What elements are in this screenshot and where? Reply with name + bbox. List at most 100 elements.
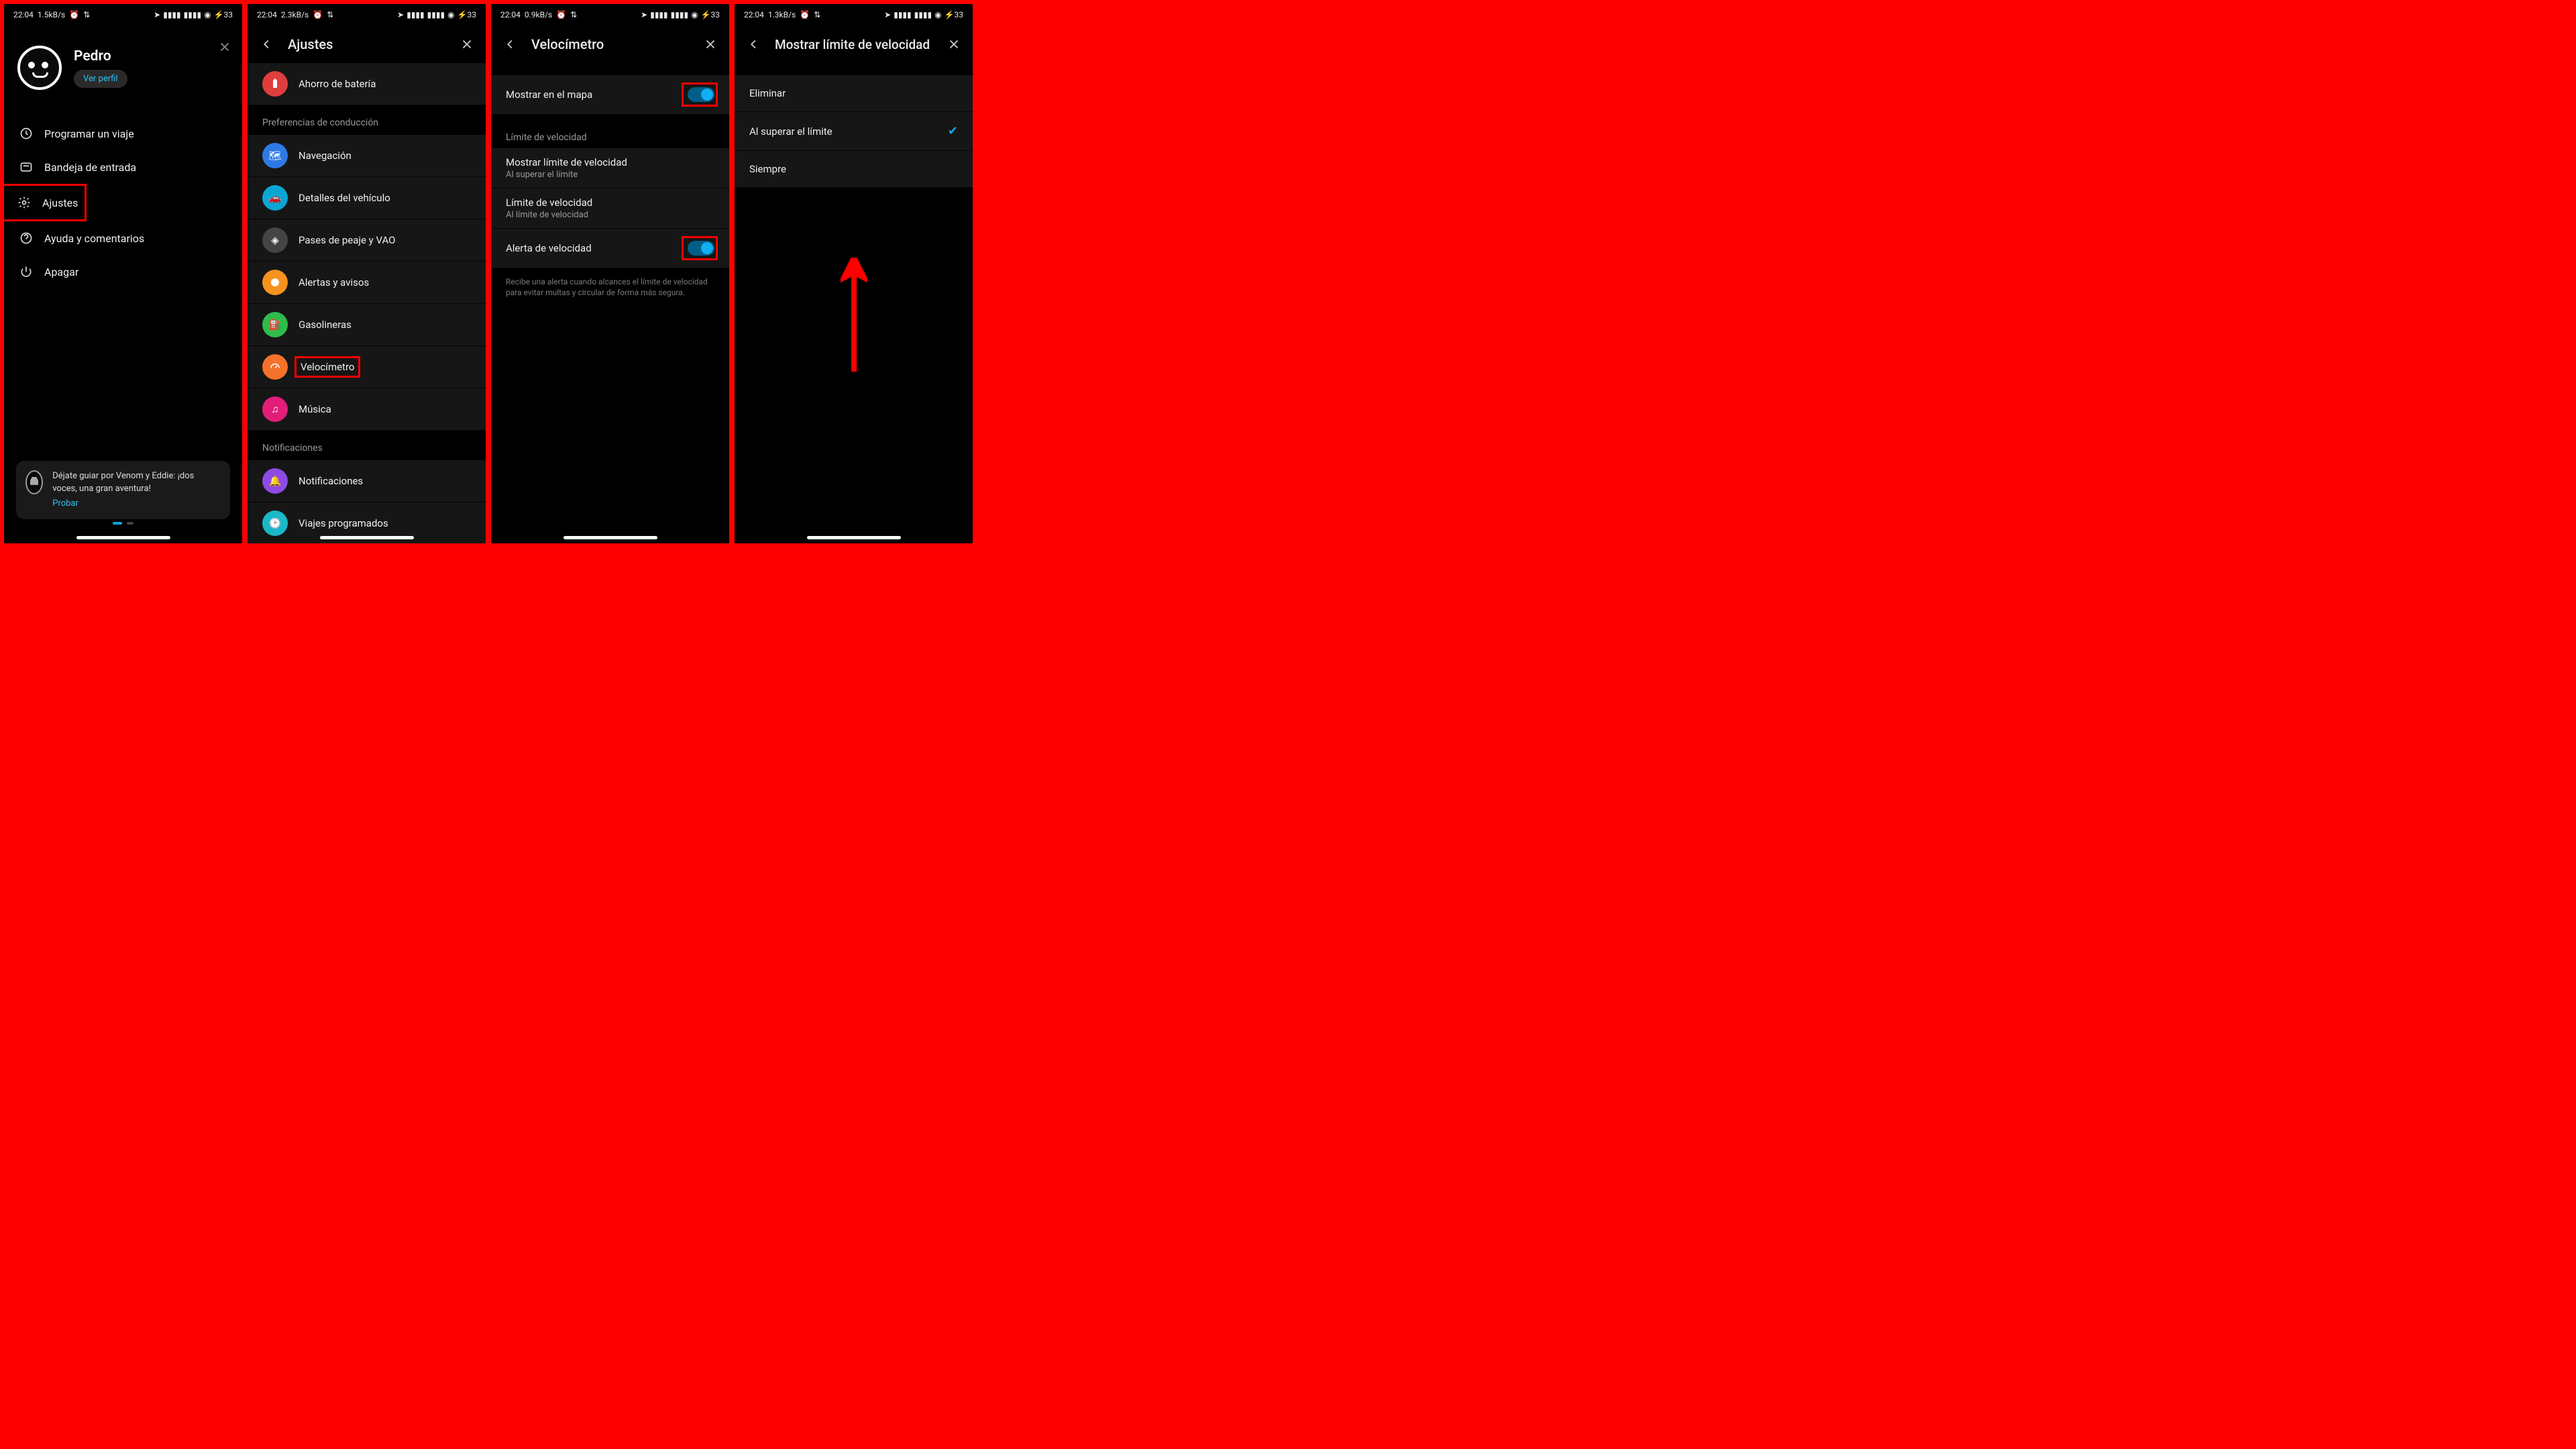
menu-help[interactable]: Ayuda y comentarios <box>4 221 242 255</box>
row-label: Viajes programados <box>299 517 388 529</box>
row-label: Detalles del vehículo <box>299 192 390 204</box>
row-label: Notificaciones <box>299 475 363 487</box>
battery-icon: ⚡33 <box>458 10 476 19</box>
row-show-on-map[interactable]: Mostrar en el mapa <box>491 75 729 115</box>
screen-profile: 22:04 1.5kB/s ⏰ ⇅ ➤ ▮▮▮▮ ▮▮▮▮ ◉ ⚡33 Pedr… <box>4 4 242 543</box>
row-label: Alertas y avisos <box>299 276 369 288</box>
row-show-limit[interactable]: Mostrar límite de velocidad Al superar e… <box>491 148 729 189</box>
row-speed-alert[interactable]: Alerta de velocidad <box>491 229 729 268</box>
option-remove[interactable]: Eliminar <box>735 75 973 112</box>
page-title: Mostrar límite de velocidad <box>775 37 932 52</box>
location-icon: ➤ <box>884 10 891 19</box>
header: Ajustes <box>248 25 486 63</box>
option-always[interactable]: Siempre <box>735 151 973 188</box>
menu-trip-label: Programar un viaje <box>44 127 134 140</box>
row-label-highlighted: Velocímetro <box>294 356 360 378</box>
back-button[interactable] <box>502 36 518 52</box>
page-title: Velocímetro <box>531 36 689 52</box>
close-button[interactable] <box>459 36 475 52</box>
alarm-icon: ⏰ <box>556 10 566 19</box>
close-button[interactable] <box>217 39 233 55</box>
signal1-icon: ▮▮▮▮ <box>163 10 180 19</box>
toggle-show-map[interactable] <box>688 87 714 102</box>
location-icon: ➤ <box>397 10 404 19</box>
sync-icon: ⇅ <box>83 10 90 19</box>
promo-action[interactable]: Probar <box>52 498 221 510</box>
menu-power[interactable]: Apagar <box>4 255 242 288</box>
battery-icon: ⚡33 <box>214 10 233 19</box>
sync-icon: ⇅ <box>570 10 577 19</box>
home-indicator <box>320 536 414 539</box>
menu-inbox[interactable]: Bandeja de entrada <box>4 150 242 184</box>
home-indicator <box>76 536 170 539</box>
status-bar: 22:04 0.9kB/s ⏰ ⇅ ➤ ▮▮▮▮ ▮▮▮▮ ◉ ⚡33 <box>491 4 729 25</box>
annotation-arrow-up-icon <box>841 258 867 374</box>
row-navigation[interactable]: 🗺 Navegación <box>248 135 486 177</box>
waze-avatar-icon <box>17 46 62 90</box>
battery-icon: ⚡33 <box>945 10 963 19</box>
row-sub: Al límite de velocidad <box>506 210 714 220</box>
status-time: 22:04 <box>744 10 764 19</box>
row-label: Mostrar en el mapa <box>506 89 592 101</box>
gas-icon: ⛽ <box>262 312 288 337</box>
gear-icon <box>17 195 32 210</box>
alert-icon <box>262 270 288 295</box>
toggle-speed-alert[interactable] <box>688 241 714 256</box>
alarm-icon: ⏰ <box>313 10 323 19</box>
row-vehicle[interactable]: 🚗 Detalles del vehículo <box>248 177 486 219</box>
promo-card[interactable]: Déjate guiar por Venom y Eddie: ¡dos voc… <box>16 461 230 519</box>
promo-text: Déjate guiar por Venom y Eddie: ¡dos voc… <box>52 471 194 493</box>
menu-power-label: Apagar <box>44 266 78 278</box>
option-exceed[interactable]: Al superar el límite ✔ <box>735 112 973 151</box>
row-label: Pases de peaje y VAO <box>299 234 395 246</box>
status-time: 22:04 <box>500 10 521 19</box>
header: Mostrar límite de velocidad <box>735 25 973 63</box>
menu-help-label: Ayuda y comentarios <box>44 232 144 245</box>
row-speedometer[interactable]: Velocímetro <box>248 346 486 388</box>
page-title: Ajustes <box>288 36 445 52</box>
back-button[interactable] <box>258 36 274 52</box>
close-button[interactable] <box>946 36 962 52</box>
location-icon: ➤ <box>641 10 647 19</box>
header: Velocímetro <box>491 25 729 63</box>
speedo-icon <box>262 354 288 380</box>
row-label: Ahorro de batería <box>299 78 376 90</box>
menu-settings[interactable]: Ajustes <box>4 184 87 221</box>
home-indicator <box>564 536 657 539</box>
alarm-icon: ⏰ <box>800 10 810 19</box>
row-notifications[interactable]: 🔔 Notificaciones <box>248 460 486 502</box>
wifi-icon: ◉ <box>447 10 454 19</box>
row-speed-limit[interactable]: Límite de velocidad Al límite de velocid… <box>491 189 729 229</box>
row-label: Gasolineras <box>299 319 352 331</box>
toll-icon: ◈ <box>262 227 288 253</box>
section-speed-limit: Límite de velocidad <box>491 115 729 148</box>
status-net-speed: 1.3kB/s <box>768 10 796 19</box>
row-alerts[interactable]: Alertas y avisos <box>248 262 486 304</box>
view-profile-button[interactable]: Ver perfil <box>74 70 127 88</box>
row-label: Alerta de velocidad <box>506 242 592 254</box>
profile-block: Pedro Ver perfil <box>4 25 242 110</box>
row-music[interactable]: ♫ Música <box>248 388 486 431</box>
bell-icon: 🔔 <box>262 468 288 494</box>
battery-icon <box>262 71 288 97</box>
signal2-icon: ▮▮▮▮ <box>427 10 445 19</box>
row-gas[interactable]: ⛽ Gasolineras <box>248 304 486 346</box>
close-button[interactable] <box>702 36 718 52</box>
inbox-icon <box>19 160 34 174</box>
back-button[interactable] <box>745 36 761 52</box>
row-toll[interactable]: ◈ Pases de peaje y VAO <box>248 219 486 262</box>
help-text: Recibe una alerta cuando alcances el lím… <box>491 268 729 306</box>
screen-show-limit: 22:04 1.3kB/s ⏰ ⇅ ➤ ▮▮▮▮ ▮▮▮▮ ◉ ⚡33 Most… <box>735 4 973 543</box>
menu-trip[interactable]: Programar un viaje <box>4 117 242 150</box>
signal2-icon: ▮▮▮▮ <box>914 10 932 19</box>
status-bar: 22:04 1.5kB/s ⏰ ⇅ ➤ ▮▮▮▮ ▮▮▮▮ ◉ ⚡33 <box>4 4 242 25</box>
row-battery[interactable]: Ahorro de batería <box>248 63 486 105</box>
section-notifications: Notificaciones <box>248 431 486 460</box>
sync-icon: ⇅ <box>814 10 820 19</box>
highlight-box <box>682 83 718 107</box>
signal2-icon: ▮▮▮▮ <box>184 10 201 19</box>
status-net-speed: 2.3kB/s <box>281 10 309 19</box>
music-icon: ♫ <box>262 396 288 422</box>
screen-speedometer: 22:04 0.9kB/s ⏰ ⇅ ➤ ▮▮▮▮ ▮▮▮▮ ◉ ⚡33 Velo… <box>491 4 729 543</box>
wifi-icon: ◉ <box>691 10 698 19</box>
